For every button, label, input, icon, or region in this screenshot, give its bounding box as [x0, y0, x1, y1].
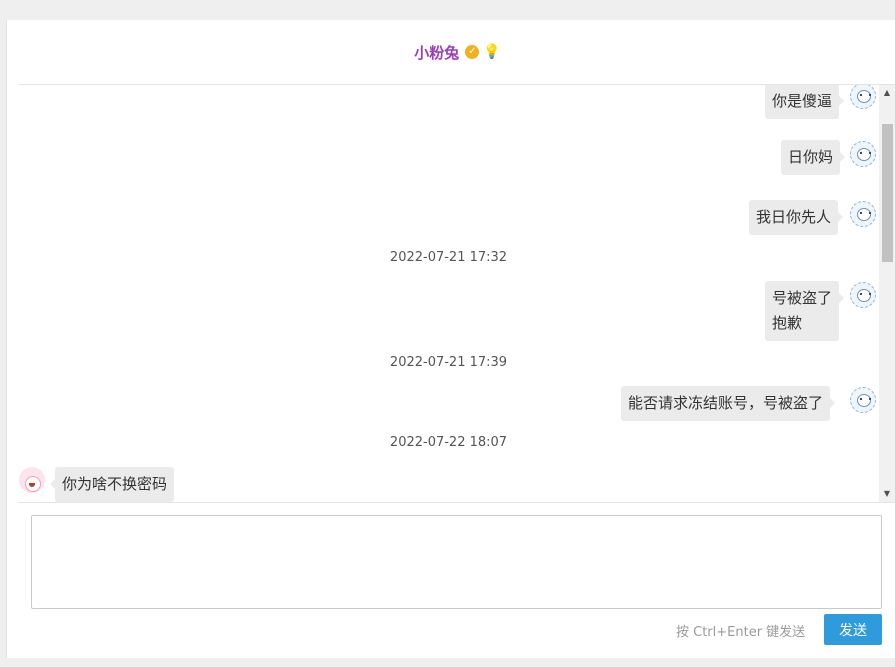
message-scrollbar[interactable]: ▲ ▼ — [879, 85, 895, 502]
robot-avatar[interactable] — [850, 141, 876, 167]
message-text: 日你妈 — [788, 148, 834, 166]
message-text: 你为啥不换密码 — [62, 475, 168, 493]
message-bubble: 号被盗了 抱歉 — [765, 281, 845, 341]
timestamp: 2022-07-22 18:07 — [389, 435, 508, 450]
message-input[interactable] — [31, 515, 882, 609]
robot-avatar[interactable] — [850, 201, 876, 227]
message-text: 能否请求冻结账号，号被盗了 — [628, 394, 824, 412]
scroll-up-arrow-icon[interactable]: ▲ — [879, 85, 895, 101]
message-bubble: 能否请求冻结账号，号被盗了 — [621, 386, 836, 421]
message-line: 抱歉 — [772, 314, 803, 332]
scroll-down-arrow-icon[interactable]: ▼ — [879, 486, 895, 502]
send-shortcut-hint: 按 Ctrl+Enter 键发送 — [676, 625, 806, 640]
chat-header: 小粉兔 ✓ 💡 — [19, 20, 895, 85]
lightbulb-icon: 💡 — [483, 44, 501, 60]
timestamp: 2022-07-21 17:39 — [389, 355, 508, 370]
message-text: 你是傻逼 — [772, 92, 833, 110]
robot-avatar[interactable] — [850, 387, 876, 413]
scroll-thumb[interactable] — [882, 124, 893, 262]
message-bubble: 你是傻逼 — [765, 85, 845, 119]
robot-avatar[interactable] — [850, 282, 876, 308]
message-bubble: 你为啥不换密码 — [49, 467, 175, 502]
message-text: 我日你先人 — [756, 208, 832, 226]
send-button[interactable]: 发送 — [824, 614, 882, 645]
robot-avatar[interactable] — [850, 85, 876, 109]
verified-badge-icon: ✓ — [465, 45, 480, 59]
chat-title: 小粉兔 — [414, 43, 460, 62]
message-bubble: 我日你先人 — [749, 200, 844, 235]
message-line: 号被盗了 — [772, 289, 833, 307]
bunny-avatar[interactable] — [19, 467, 45, 493]
timestamp: 2022-07-21 17:32 — [389, 250, 508, 265]
composer-divider — [18, 502, 895, 503]
message-list: 你是傻逼 日你妈 我日你先人 2022-07-21 17:32 号被盗了 抱歉 … — [18, 85, 879, 502]
message-bubble: 日你妈 — [781, 140, 846, 175]
